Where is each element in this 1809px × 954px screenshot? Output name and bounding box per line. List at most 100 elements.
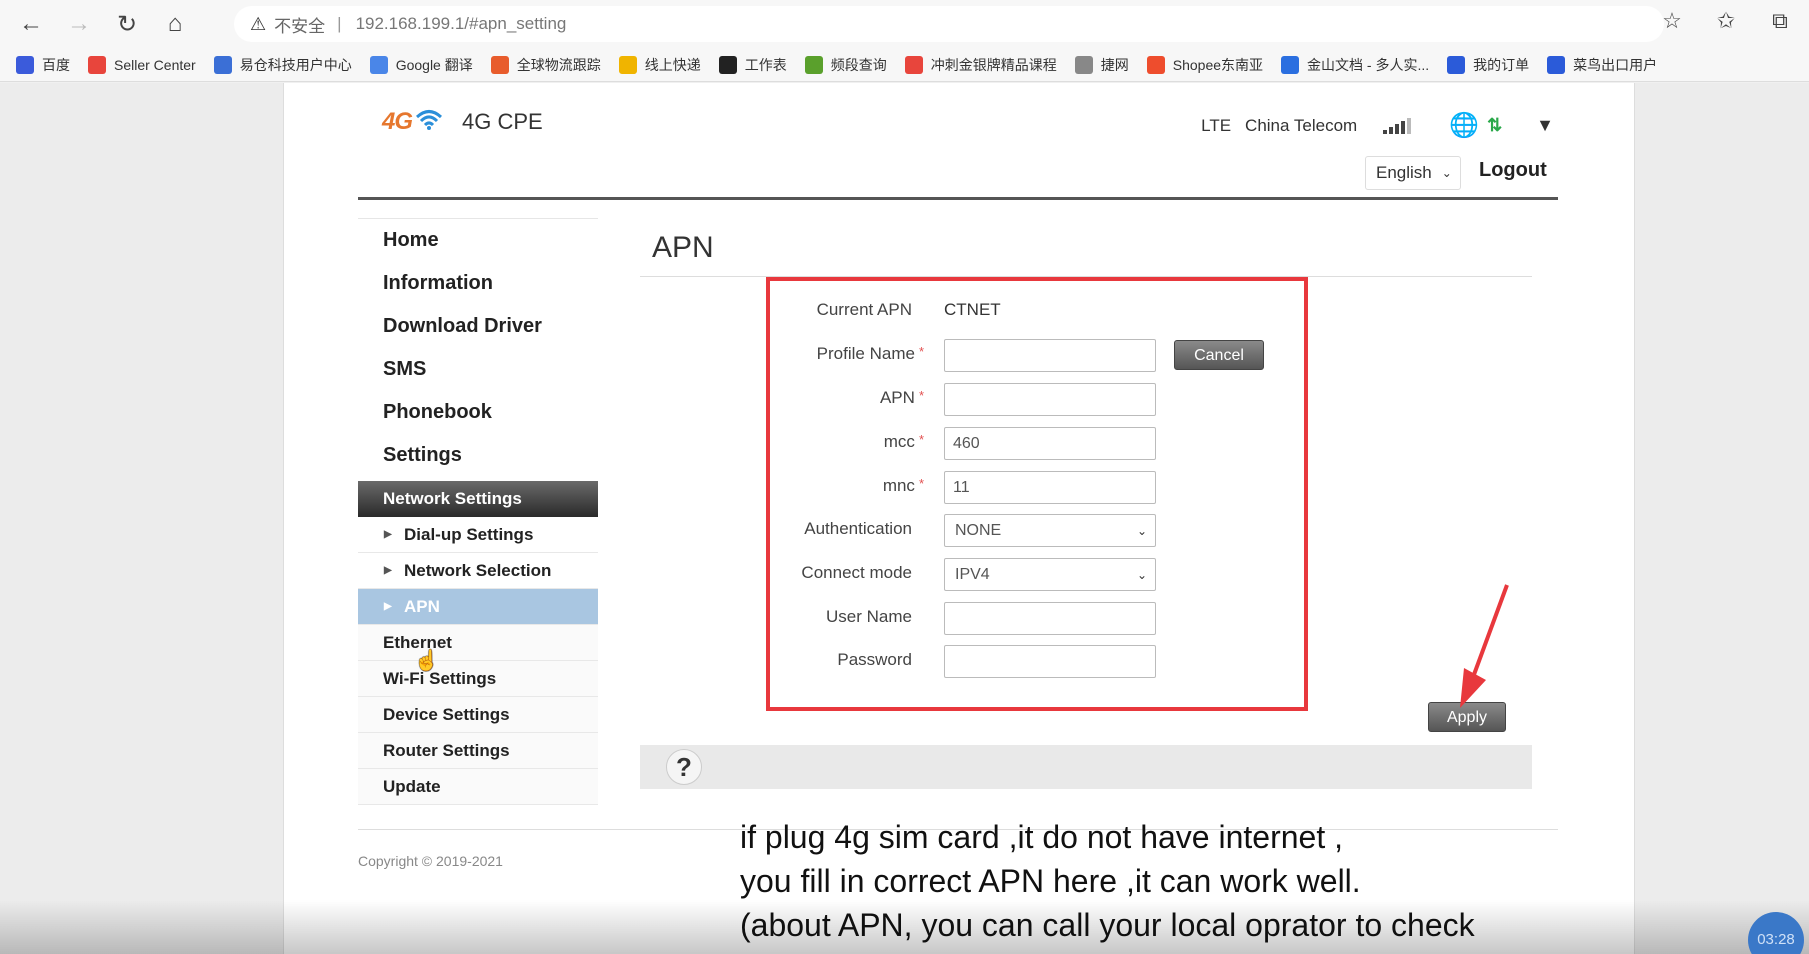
data-transfer-icon: ⇅ xyxy=(1487,115,1503,135)
sidebar: Home Information Download Driver SMS Pho… xyxy=(358,218,598,805)
bookmark-item[interactable]: 全球物流跟踪 xyxy=(490,55,601,75)
sidebar-item-wifi-settings[interactable]: Wi-Fi Settings xyxy=(358,661,598,697)
logout-link[interactable]: Logout xyxy=(1479,159,1547,182)
authentication-value: NONE xyxy=(955,521,1002,539)
bookmark-item[interactable]: 金山文档 - 多人实... xyxy=(1281,55,1429,75)
sidebar-item-device-settings[interactable]: Device Settings xyxy=(358,697,598,733)
language-select[interactable]: English ⌄ xyxy=(1365,156,1461,190)
bookmark-favicon-icon xyxy=(1146,55,1165,74)
mnc-input[interactable]: 11 xyxy=(944,471,1156,504)
red-arrow-annotation xyxy=(1460,584,1509,708)
mcc-label: mcc * xyxy=(884,432,924,452)
bookmark-favicon-icon xyxy=(618,55,637,74)
bookmark-favicon-icon xyxy=(1447,55,1466,74)
chevron-down-icon: ⌄ xyxy=(1441,166,1452,180)
authentication-label: Authentication xyxy=(804,519,912,538)
bookmark-item[interactable]: 频段查询 xyxy=(804,55,887,75)
browser-toolbar: ← → ↻ ⌂ ⚠ 不安全 | 192.168.199.1/#apn_setti… xyxy=(0,0,1809,48)
bookmark-label: Shopee东南亚 xyxy=(1172,56,1264,73)
bookmark-label: 线上快递 xyxy=(644,56,701,73)
apn-input[interactable] xyxy=(944,383,1156,416)
mouse-cursor-icon: ☝ xyxy=(414,650,439,672)
profile-name-input[interactable] xyxy=(944,339,1156,372)
cancel-button[interactable]: Cancel xyxy=(1174,340,1264,370)
bookmark-item[interactable]: Google 翻译 xyxy=(369,55,473,75)
bookmark-label: 金山文档 - 多人实... xyxy=(1307,56,1430,73)
bookmark-item[interactable]: 我的订单 xyxy=(1447,55,1529,75)
copyright: Copyright © 2019-2021 xyxy=(358,853,503,869)
bookmark-favicon-icon xyxy=(1074,55,1093,74)
forward-icon[interactable]: → xyxy=(62,7,96,41)
address-separator: | xyxy=(337,14,342,33)
help-icon[interactable]: ? xyxy=(666,749,702,785)
bookmark-favicon-icon xyxy=(16,55,34,74)
mcc-input[interactable]: 460 xyxy=(944,427,1156,460)
sidebar-item-label: APN xyxy=(404,597,440,616)
add-favorite-icon[interactable]: ☆ xyxy=(1657,8,1687,34)
chevron-down-icon: ⌄ xyxy=(1136,567,1147,582)
connect-mode-select[interactable]: IPV4 ⌄ xyxy=(944,558,1156,591)
bookmark-favicon-icon xyxy=(804,55,823,74)
security-warning: 不安全 xyxy=(274,16,326,36)
bookmark-item[interactable]: 百度 xyxy=(16,55,70,75)
address-bar[interactable]: ⚠ 不安全 | 192.168.199.1/#apn_setting xyxy=(234,6,1664,42)
bookmark-item[interactable]: 线上快递 xyxy=(618,55,701,75)
apn-field-label: APN * xyxy=(880,388,924,408)
sidebar-item-dialup-settings[interactable]: ▶ Dial-up Settings xyxy=(358,517,598,553)
password-label: Password xyxy=(837,650,912,669)
bookmark-favicon-icon xyxy=(1547,55,1566,74)
connect-mode-value: IPV4 xyxy=(955,565,990,583)
connect-mode-label: Connect mode xyxy=(801,563,912,582)
video-caption: if plug 4g sim card ,it do not have inte… xyxy=(740,815,1475,947)
favorites-icon[interactable]: ✩ xyxy=(1711,8,1741,34)
sidebar-item-phonebook[interactable]: Phonebook xyxy=(358,391,598,434)
bookmark-label: Google 翻译 xyxy=(395,56,473,73)
sidebar-item-router-settings[interactable]: Router Settings xyxy=(358,733,598,769)
mcc-label-text: mcc xyxy=(883,432,915,451)
authentication-select[interactable]: NONE ⌄ xyxy=(944,514,1156,547)
bookmark-item[interactable]: Shopee东南亚 xyxy=(1146,55,1264,75)
wifi-logo-icon xyxy=(414,107,444,137)
caption-line: (about APN, you can call your local opra… xyxy=(740,907,1475,943)
bookmark-item[interactable]: 冲刺金银牌精品课程 xyxy=(904,55,1057,75)
bookmark-item[interactable]: 捷网 xyxy=(1074,55,1129,75)
sidebar-item-network-selection[interactable]: ▶ Network Selection xyxy=(358,553,598,589)
bookmark-label: 频段查询 xyxy=(830,56,887,73)
bookmark-item[interactable]: 菜鸟出口用户 xyxy=(1547,55,1657,75)
triangle-right-icon: ▶ xyxy=(384,601,392,612)
page-title: APN xyxy=(652,231,714,264)
mnc-label-text: mnc xyxy=(882,476,915,495)
globe-icon: 🌐 xyxy=(1449,112,1480,139)
collections-icon[interactable]: ⧉ xyxy=(1765,8,1795,34)
chevron-down-icon: ⌄ xyxy=(1136,523,1147,538)
sidebar-item-ethernet[interactable]: Ethernet xyxy=(358,625,598,661)
sidebar-item-update[interactable]: Update xyxy=(358,769,598,805)
bookmark-favicon-icon xyxy=(490,55,509,74)
url-text: 192.168.199.1/#apn_setting xyxy=(355,14,567,33)
sidebar-item-information[interactable]: Information xyxy=(358,262,598,305)
caption-line: you fill in correct APN here ,it can wor… xyxy=(740,863,1361,899)
help-bar: ? xyxy=(640,745,1532,789)
sidebar-section-network-settings[interactable]: Network Settings xyxy=(358,481,598,517)
sidebar-item-sms[interactable]: SMS xyxy=(358,348,598,391)
status-area: LTE China Telecom 🌐 ⇅ ▼ xyxy=(1201,111,1554,140)
sidebar-item-settings[interactable]: Settings xyxy=(358,434,598,477)
required-mark: * xyxy=(918,476,924,491)
wifi-status-icon: ▼ xyxy=(1536,115,1554,135)
bookmark-label: 冲刺金银牌精品课程 xyxy=(930,56,1057,73)
reload-icon[interactable]: ↻ xyxy=(110,7,144,41)
home-icon[interactable]: ⌂ xyxy=(158,7,192,41)
bookmark-label: 全球物流跟踪 xyxy=(516,56,601,73)
sidebar-item-apn[interactable]: ▶ APN xyxy=(358,589,598,625)
bookmark-label: Seller Center xyxy=(114,56,196,73)
logo: 4G 4G CPE xyxy=(382,107,543,137)
bookmark-favicon-icon xyxy=(904,55,923,74)
back-icon[interactable]: ← xyxy=(14,7,48,41)
bookmark-item[interactable]: 易仓科技用户中心 xyxy=(213,55,352,75)
bookmark-item[interactable]: Seller Center xyxy=(88,55,196,74)
sidebar-item-home[interactable]: Home xyxy=(358,219,598,262)
username-input[interactable] xyxy=(944,602,1156,635)
sidebar-item-download-driver[interactable]: Download Driver xyxy=(358,305,598,348)
password-input[interactable] xyxy=(944,645,1156,678)
bookmark-item[interactable]: 工作表 xyxy=(718,55,787,75)
